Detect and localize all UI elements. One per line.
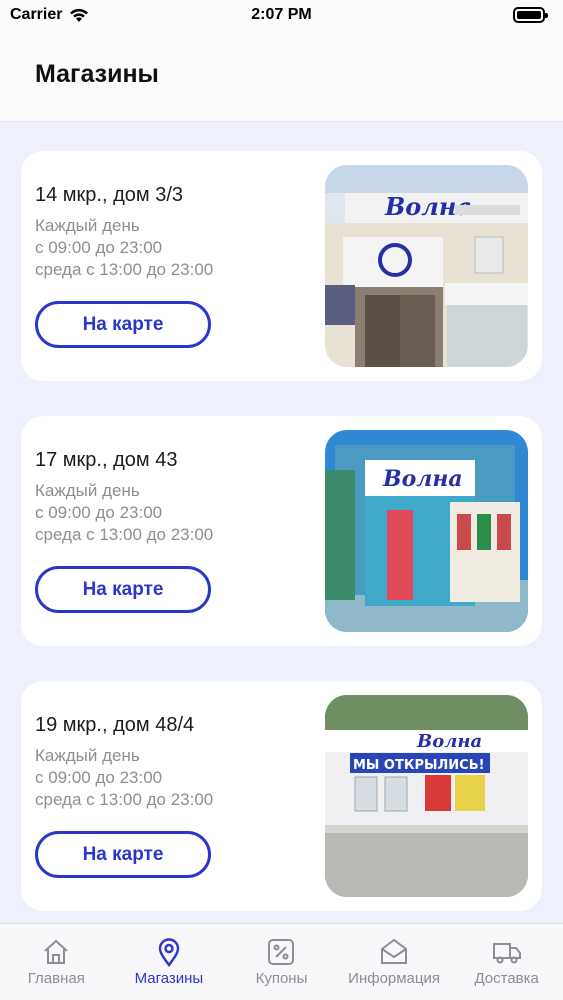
header: Магазины <box>0 30 563 122</box>
tab-coupons[interactable]: Купоны <box>225 924 338 1000</box>
wifi-icon <box>70 8 89 22</box>
store-hours: Каждый день с 09:00 до 23:00 среда с 13:… <box>35 480 213 546</box>
tab-delivery[interactable]: Доставка <box>450 924 563 1000</box>
hours-line: Каждый день <box>35 746 140 765</box>
store-photo[interactable]: Волна <box>325 430 528 632</box>
show-on-map-button[interactable]: На карте <box>35 831 211 878</box>
store-address: 19 мкр., дом 48/4 <box>35 714 195 736</box>
tab-label: Магазины <box>134 970 204 987</box>
hours-line: с 09:00 до 23:00 <box>35 238 163 257</box>
photo-sign-text: Волна <box>416 731 482 752</box>
store-card[interactable]: 17 мкр., дом 43 Каждый день с 09:00 до 2… <box>21 416 542 646</box>
photo-banner-text: МЫ ОТКРЫЛИСЬ! <box>353 758 485 773</box>
home-icon <box>44 939 68 964</box>
store-hours: Каждый день с 09:00 до 23:00 среда с 13:… <box>35 745 213 811</box>
hours-line: Каждый день <box>35 481 140 500</box>
show-on-map-button[interactable]: На карте <box>35 566 211 613</box>
tab-home[interactable]: Главная <box>0 924 113 1000</box>
show-on-map-button[interactable]: На карте <box>35 301 211 348</box>
store-card[interactable]: 14 мкр., дом 3/3 Каждый день с 09:00 до … <box>21 151 542 381</box>
status-left: Carrier <box>10 6 89 24</box>
location-pin-icon <box>158 938 180 968</box>
tab-label: Доставка <box>474 970 539 987</box>
tab-label: Информация <box>348 970 440 987</box>
store-list[interactable]: 14 мкр., дом 3/3 Каждый день с 09:00 до … <box>0 123 563 923</box>
envelope-icon <box>381 938 408 964</box>
battery-icon <box>513 7 548 23</box>
store-photo[interactable]: Волна МЫ ОТКРЫЛИСЬ! <box>325 695 528 897</box>
hours-line: Каждый день <box>35 216 140 235</box>
photo-sign-text: Волна <box>382 466 463 492</box>
store-photo[interactable]: Волна <box>325 165 528 367</box>
carrier-label: Carrier <box>10 6 63 23</box>
hours-line: среда с 13:00 до 23:00 <box>35 790 214 809</box>
status-bar: Carrier 2:07 PM <box>0 0 563 30</box>
truck-icon <box>492 943 521 964</box>
hours-line: среда с 13:00 до 23:00 <box>35 260 214 279</box>
hours-line: с 09:00 до 23:00 <box>35 768 163 787</box>
hours-line: среда с 13:00 до 23:00 <box>35 525 214 544</box>
store-hours: Каждый день с 09:00 до 23:00 среда с 13:… <box>35 215 213 281</box>
coupon-icon <box>268 939 295 965</box>
page-title: Магазины <box>35 60 159 88</box>
hours-line: с 09:00 до 23:00 <box>35 503 163 522</box>
tab-label: Купоны <box>255 970 308 987</box>
tab-label: Главная <box>27 970 85 987</box>
tab-stores[interactable]: Магазины <box>113 924 226 1000</box>
store-address: 17 мкр., дом 43 <box>35 449 178 471</box>
store-address: 14 мкр., дом 3/3 <box>35 184 183 206</box>
tab-bar: Главная Магазины Купоны Информация Доста… <box>0 923 563 1000</box>
tab-info[interactable]: Информация <box>338 924 451 1000</box>
store-card[interactable]: 19 мкр., дом 48/4 Каждый день с 09:00 до… <box>21 681 542 911</box>
